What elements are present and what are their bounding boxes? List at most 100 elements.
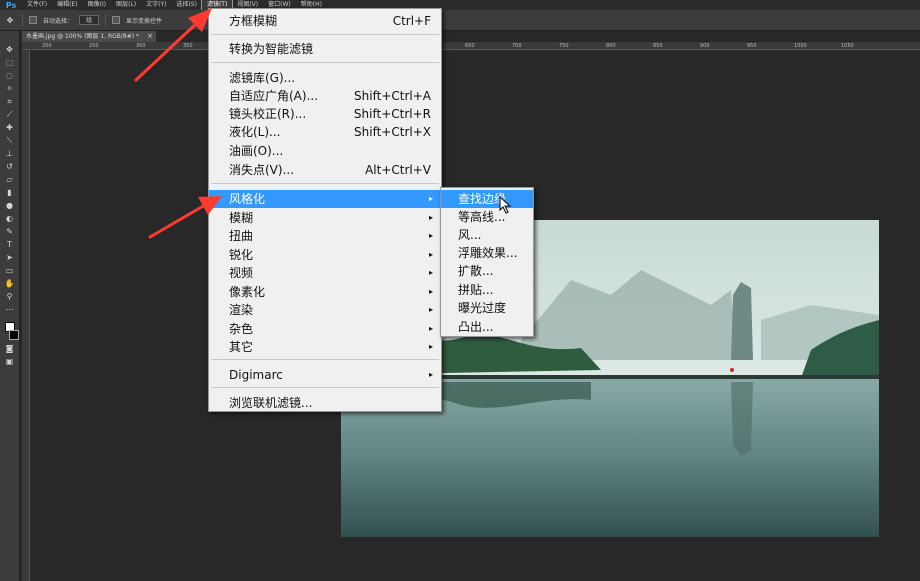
clone-stamp-tool-icon[interactable]: ⊥ <box>4 149 16 158</box>
menu-item-find-edges[interactable]: 查找边缘 <box>441 190 533 208</box>
menu-item-sharpen[interactable]: 锐化 ▸ <box>209 246 441 264</box>
ruler-tick-label: 900 <box>700 43 710 49</box>
move-tool-icon[interactable]: ✥ <box>4 45 16 54</box>
menu-item-vanishing-point[interactable]: 消失点(V)... Alt+Ctrl+V <box>209 161 441 179</box>
auto-select-dropdown[interactable]: 组 <box>79 15 100 25</box>
menu-item-noise[interactable]: 杂色 ▸ <box>209 320 441 338</box>
menu-item-label: 自适应广角(A)... <box>229 89 319 103</box>
menu-select[interactable]: 选择(S) <box>171 0 202 10</box>
menu-layer[interactable]: 图层(L) <box>111 0 141 10</box>
type-tool-icon[interactable]: T <box>4 240 16 249</box>
eyedropper-tool-icon[interactable]: ⟋ <box>4 110 16 119</box>
auto-select-checkbox[interactable] <box>29 16 37 24</box>
menu-item-convert-smart-filter[interactable]: 转换为智能滤镜 <box>209 40 441 58</box>
menu-item-label: 视频 <box>229 266 254 280</box>
history-brush-tool-icon[interactable]: ↺ <box>4 162 16 171</box>
submenu-arrow-icon: ▸ <box>428 287 433 296</box>
menu-item-render[interactable]: 渲染 ▸ <box>209 301 441 319</box>
menu-item-tiles[interactable]: 拼贴... <box>441 281 533 299</box>
shortcut-label: Shift+Ctrl+R <box>353 107 431 121</box>
menu-item-emboss[interactable]: 浮雕效果... <box>441 244 533 262</box>
menu-item-extrude[interactable]: 凸出... <box>441 318 533 336</box>
menu-item-solarize[interactable]: 曝光过度 <box>441 299 533 317</box>
menu-item-label: 消失点(V)... <box>229 163 295 177</box>
menu-separator <box>211 387 439 388</box>
menu-item-distort[interactable]: 扭曲 ▸ <box>209 227 441 245</box>
pen-tool-icon[interactable]: ✎ <box>4 227 16 236</box>
blur-tool-icon[interactable]: ● <box>4 201 16 210</box>
hand-tool-icon[interactable]: ✋ <box>4 279 16 288</box>
marquee-tool-icon[interactable]: ⬚ <box>4 58 16 67</box>
stylize-submenu: 查找边缘 等高线... 风... 浮雕效果... 扩散... 拼贴... 曝光过… <box>440 187 534 337</box>
menu-item-label: 杂色 <box>229 322 254 336</box>
menu-item-pixelate[interactable]: 像素化 ▸ <box>209 283 441 301</box>
options-bar: ✥ 自动选择： 组 显示变换控件 <box>0 10 920 31</box>
ruler-tick-label: 1050 <box>841 43 854 49</box>
menu-item-label: 曝光过度 <box>458 301 507 315</box>
move-tool-preset-icon[interactable]: ✥ <box>4 16 16 25</box>
submenu-arrow-icon: ▸ <box>428 324 433 333</box>
menu-item-adaptive-wide-angle[interactable]: 自适应广角(A)... Shift+Ctrl+A <box>209 87 441 105</box>
menu-item-oil-paint[interactable]: 油画(O)... <box>209 142 441 160</box>
submenu-arrow-icon: ▸ <box>428 305 433 314</box>
menu-item-other[interactable]: 其它 ▸ <box>209 338 441 356</box>
dodge-tool-icon[interactable]: ◐ <box>4 214 16 223</box>
screen-mode-icon[interactable]: ▣ <box>4 357 16 366</box>
menu-item-last-filter[interactable]: 方框模糊 Ctrl+F <box>209 12 441 30</box>
magic-wand-tool-icon[interactable]: ✧ <box>4 84 16 93</box>
filter-dropdown-menu: 方框模糊 Ctrl+F 转换为智能滤镜 滤镜库(G)... 自适应广角(A)..… <box>208 8 442 412</box>
menu-item-label: 浮雕效果... <box>458 246 518 260</box>
path-selection-tool-icon[interactable]: ➤ <box>4 253 16 262</box>
shortcut-label: Shift+Ctrl+A <box>354 89 431 103</box>
eraser-tool-icon[interactable]: ▱ <box>4 175 16 184</box>
menu-item-diffuse[interactable]: 扩散... <box>441 262 533 280</box>
menu-image[interactable]: 图像(I) <box>83 0 111 10</box>
vertical-ruler <box>22 50 30 581</box>
document-tab[interactable]: 水墨画.jpg @ 100% (图层 1, RGB/8#) * × <box>22 31 156 42</box>
submenu-arrow-icon: ▸ <box>428 268 433 277</box>
menu-edit[interactable]: 编辑(E) <box>52 0 82 10</box>
show-transform-label: 显示变换控件 <box>126 17 163 25</box>
show-transform-checkbox[interactable] <box>112 16 121 24</box>
submenu-arrow-icon: ▸ <box>428 213 433 222</box>
menu-item-blur[interactable]: 模糊 ▸ <box>209 209 441 227</box>
menu-item-label: 其它 <box>229 340 254 354</box>
gradient-tool-icon[interactable]: ▮ <box>4 188 16 197</box>
menu-item-digimarc[interactable]: Digimarc ▸ <box>209 366 441 384</box>
quick-mask-icon[interactable]: ◙ <box>4 344 16 353</box>
menu-item-label: 油画(O)... <box>229 144 284 158</box>
menu-item-label: 扩散... <box>458 264 494 278</box>
menu-item-label: 凸出... <box>458 320 494 334</box>
rectangle-tool-icon[interactable]: ▭ <box>4 266 16 275</box>
close-icon[interactable]: × <box>147 31 153 42</box>
menu-item-label: 锐化 <box>229 248 254 262</box>
menu-file[interactable]: 文件(F) <box>22 0 52 10</box>
mouse-pointer-icon <box>499 196 512 214</box>
menu-item-label: 模糊 <box>229 211 254 225</box>
menu-item-stylize[interactable]: 风格化 ▸ <box>209 190 441 208</box>
menu-item-video[interactable]: 视频 ▸ <box>209 264 441 282</box>
healing-brush-tool-icon[interactable]: ✚ <box>4 123 16 132</box>
menu-item-lens-correction[interactable]: 镜头校正(R)... Shift+Ctrl+R <box>209 105 441 123</box>
shortcut-label: Shift+Ctrl+X <box>354 125 431 139</box>
background-color-swatch[interactable] <box>8 330 19 340</box>
lasso-tool-icon[interactable]: ◌ <box>4 71 16 80</box>
menu-item-contour[interactable]: 等高线... <box>441 208 533 226</box>
horizontal-ruler: 2002503003504004505005506006507007508008… <box>22 42 920 50</box>
auto-select-label: 自动选择： <box>43 17 74 25</box>
menu-item-liquify[interactable]: 液化(L)... Shift+Ctrl+X <box>209 123 441 141</box>
ruler-tick-label: 750 <box>559 43 569 49</box>
zoom-tool-icon[interactable]: ⚲ <box>4 292 16 301</box>
crop-tool-icon[interactable]: ⌗ <box>4 97 16 106</box>
submenu-arrow-icon: ▸ <box>428 250 433 259</box>
more-tools-icon[interactable]: ⋯ <box>4 305 16 314</box>
menu-item-filter-gallery[interactable]: 滤镜库(G)... <box>209 69 441 87</box>
menu-item-browse-online-filters[interactable]: 浏览联机滤镜... <box>209 394 441 412</box>
menu-separator <box>211 183 439 184</box>
tools-panel: ✥ ⬚ ◌ ✧ ⌗ ⟋ ✚ ⟍ ⊥ ↺ ▱ ▮ ● ◐ ✎ T ➤ ▭ ✋ ⚲ … <box>0 31 20 581</box>
menu-item-wind[interactable]: 风... <box>441 226 533 244</box>
photoshop-logo: Ps <box>5 0 17 10</box>
menu-type[interactable]: 文字(Y) <box>141 0 171 10</box>
brush-tool-icon[interactable]: ⟍ <box>4 136 16 145</box>
ruler-tick-label: 300 <box>136 43 146 49</box>
